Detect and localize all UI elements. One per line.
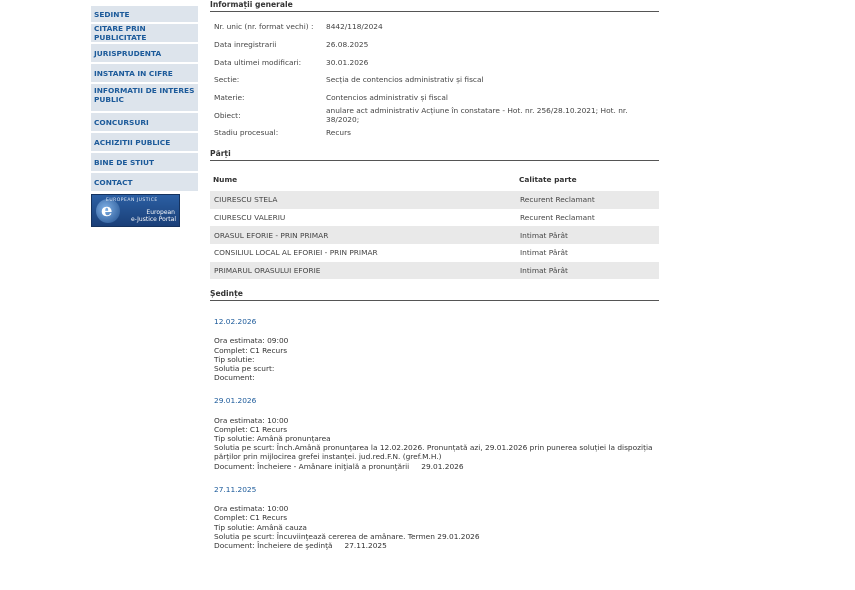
party-role: Recurent Reclamant [520, 212, 595, 222]
party-role: Intimat Pârât [516, 226, 659, 244]
sedinta-date: 29.01.2026 [214, 396, 257, 406]
party-role: Intimat Pârât [516, 261, 659, 280]
sedinta-document: Document: [214, 373, 659, 382]
info-value: anulare act administrativ Acțiune în con… [326, 106, 628, 125]
party-role: Recurent Reclamant [516, 190, 659, 209]
party-name: PRIMARUL ORASULUI EFORIE [210, 261, 516, 280]
e-justice-portal-banner[interactable]: e EUROPEAN JUSTICE European e-Justice Po… [91, 194, 180, 227]
info-label: Data ultimei modificari: [214, 57, 302, 67]
sidebar-item-concursuri[interactable]: CONCURSURI [91, 113, 198, 131]
sedinta-item: 12.02.2026 Ora estimata: 09:00 Complet: … [210, 317, 659, 382]
sedinta-complet: Complet: C1 Recurs [214, 424, 288, 434]
sedinta-item: 27.11.2025 Ora estimata: 10:00 Complet: … [210, 485, 659, 550]
sedinta-ora: Ora estimata: 10:00 [214, 415, 289, 425]
sidebar-item-informatii-de-interes-public[interactable]: INFORMATII DE INTERES PUBLIC [91, 84, 198, 111]
sedinta-item: 29.01.2026 Ora estimata: 10:00 Complet: … [210, 396, 659, 470]
sidebar-item-instanta-in-cifre[interactable]: INSTANTA IN CIFRE [91, 64, 198, 82]
e-logo-icon: e [101, 200, 113, 221]
info-label: Nr. unic (nr. format vechi) : [214, 22, 314, 32]
parti-title: Părți [210, 149, 659, 161]
party-name: CIURESCU VALERIU [214, 212, 286, 222]
sedinta-tip-solutie: Tip solutie: Amână pronunțarea [214, 434, 331, 444]
party-role: Intimat Pârât [520, 248, 568, 258]
banner-title-line1: European [146, 209, 175, 216]
info-label: Materie: [214, 93, 245, 103]
sedinta-ora: Ora estimata: 09:00 [214, 336, 289, 346]
info-row-nr-unic: Nr. unic (nr. format vechi) : 8442/118/2… [210, 18, 659, 36]
table-row: CIURESCU VALERIU Recurent Reclamant [210, 209, 659, 227]
sidebar-item-sedinte[interactable]: SEDINTE [91, 6, 198, 22]
sedinta-ora: Ora estimata: 10:00 [214, 504, 289, 514]
party-name: ORASUL EFORIE - PRIN PRIMAR [210, 226, 516, 244]
info-row-sectie: Sectie: Secția de contencios administrat… [210, 71, 659, 89]
party-name: CONSILIUL LOCAL AL EFORIEI - PRIN PRIMAR [214, 248, 378, 258]
sedinta-tip-solutie: Tip solutie: [214, 354, 255, 364]
info-label: Stadiu procesual: [214, 128, 279, 138]
sidebar-item-contact[interactable]: CONTACT [91, 173, 198, 191]
sedinta-document: Document: Încheiere de şedinţă 27.11.2025 [214, 541, 659, 550]
info-row-materie: Materie: Contencios administrativ și fis… [210, 89, 659, 107]
sidebar-item-bine-de-stiut[interactable]: BINE DE STIUT [91, 153, 198, 171]
info-label: Obiect: [214, 110, 241, 120]
general-info-title: Informații generale [210, 0, 659, 12]
sidebar-item-citare-prin-publicitate[interactable]: CITARE PRIN PUBLICITATE [91, 24, 198, 42]
column-header-nume[interactable]: Nume [210, 169, 516, 191]
sidebar-item-jurisprudenta[interactable]: JURISPRUDENTA [91, 44, 198, 62]
sedinte-title: Ședințe [210, 289, 659, 302]
sedinta-solutie: Solutia pe scurt: [214, 364, 275, 374]
sedinta-document-date: 29.01.2026 [421, 461, 464, 471]
sedinta-solutie: Solutia pe scurt: Înch.Amână pronunțarea… [214, 443, 653, 462]
sedinta-date: 12.02.2026 [214, 317, 257, 327]
sedinta-complet: Complet: C1 Recurs [214, 345, 288, 355]
parti-table-header: Nume Calitate parte [210, 169, 659, 191]
table-row: CONSILIUL LOCAL AL EFORIEI - PRIN PRIMAR… [210, 244, 659, 262]
table-row: PRIMARUL ORASULUI EFORIE Intimat Pârât [210, 261, 659, 280]
sedinta-document-date: 27.11.2025 [344, 540, 387, 550]
sedinta-complet: Complet: C1 Recurs [214, 513, 288, 523]
table-row: CIURESCU STELA Recurent Reclamant [210, 190, 659, 209]
sedinta-solutie: Solutia pe scurt: Încuviinţează cererea … [214, 531, 480, 541]
info-value: 30.01.2026 [326, 57, 369, 67]
sedinta-date: 27.11.2025 [214, 484, 257, 494]
sedinta-tip-solutie: Tip solutie: Amână cauza [214, 522, 307, 532]
sidebar: SEDINTE CITARE PRIN PUBLICITATE JURISPRU… [91, 0, 198, 227]
info-row-stadiu-procesual: Stadiu procesual: Recurs [210, 124, 659, 142]
info-value: Contencios administrativ și fiscal [326, 93, 448, 103]
main-content: Informații generale Nr. unic (nr. format… [210, 0, 659, 550]
table-row: ORASUL EFORIE - PRIN PRIMAR Intimat Pârâ… [210, 226, 659, 244]
info-value: 8442/118/2024 [326, 22, 383, 32]
sedinta-document: Document: Încheiere - Amânare iniţială a… [214, 462, 659, 471]
info-label: Sectie: [214, 75, 240, 85]
info-label: Data inregistrarii [214, 40, 277, 50]
sedinta-document-text: Document: [214, 373, 255, 383]
sedinta-document-text: Document: Încheiere - Amânare iniţială a… [214, 461, 410, 471]
party-name: CIURESCU STELA [210, 190, 516, 209]
banner-top-text: EUROPEAN JUSTICE [106, 198, 158, 203]
info-value: Recurs [326, 128, 351, 138]
info-value: 26.08.2025 [326, 40, 369, 50]
sidebar-item-achizitii-publice[interactable]: ACHIZITII PUBLICE [91, 133, 198, 151]
info-row-data-ultimei-modificari: Data ultimei modificari: 30.01.2026 [210, 53, 659, 71]
parti-table: Nume Calitate parte CIURESCU STELA Recur… [210, 169, 659, 280]
info-row-data-inregistrarii: Data inregistrarii 26.08.2025 [210, 36, 659, 54]
column-header-calitate-parte[interactable]: Calitate parte [516, 169, 659, 191]
info-row-obiect: Obiect: anulare act administrativ Acțiun… [210, 106, 659, 124]
info-value: Secția de contencios administrativ și fi… [326, 75, 484, 85]
banner-title-line2: e-Justice Portal [130, 216, 176, 223]
sedinta-document-text: Document: Încheiere de şedinţă [214, 540, 333, 550]
